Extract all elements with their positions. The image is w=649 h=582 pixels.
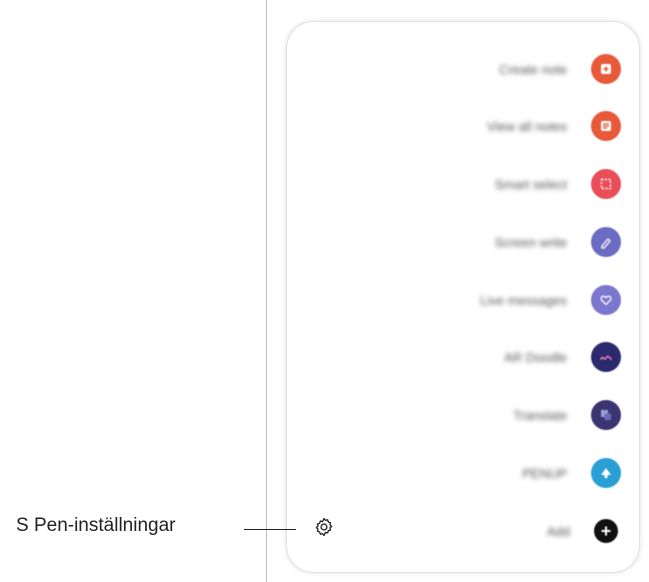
menu-item-label: Live messages xyxy=(480,292,567,308)
ar-doodle-icon xyxy=(591,342,621,372)
menu-item-penup[interactable]: PENUP xyxy=(522,456,621,490)
callout-line xyxy=(244,529,296,530)
menu-item-view-all-notes[interactable]: View all notes xyxy=(487,109,621,143)
gear-icon[interactable] xyxy=(313,516,335,538)
menu-item-label: PENUP xyxy=(522,465,567,481)
menu-item-label: Translate xyxy=(513,407,567,423)
heart-icon xyxy=(591,285,621,315)
menu-item-label: Create note xyxy=(499,61,567,77)
notes-list-icon xyxy=(591,111,621,141)
menu-item-live-messages[interactable]: Live messages xyxy=(480,283,621,317)
menu-item-smart-select[interactable]: Smart select xyxy=(495,167,621,201)
screen-write-icon xyxy=(591,227,621,257)
translate-icon xyxy=(591,400,621,430)
menu-item-screen-write[interactable]: Screen write xyxy=(495,225,621,259)
settings-callout-label: S Pen-inställningar xyxy=(16,515,176,536)
menu-item-label: Add xyxy=(546,523,570,539)
menu-item-label: View all notes xyxy=(487,118,567,134)
menu-item-translate[interactable]: Translate xyxy=(513,398,621,432)
menu-item-add[interactable]: Add xyxy=(547,514,621,548)
plus-icon xyxy=(594,519,618,543)
create-note-icon xyxy=(591,54,621,84)
menu-item-label: Screen write xyxy=(494,234,567,250)
menu-item-ar-doodle[interactable]: AR Doodle xyxy=(504,340,621,374)
menu-item-label: AR Doodle xyxy=(504,349,567,365)
menu-item-label: Smart select xyxy=(494,176,567,192)
smart-select-icon xyxy=(591,169,621,199)
penup-icon xyxy=(591,458,621,488)
menu-item-create-note[interactable]: Create note xyxy=(499,52,621,86)
air-command-panel: Create note View all notes Smart select … xyxy=(287,22,639,572)
